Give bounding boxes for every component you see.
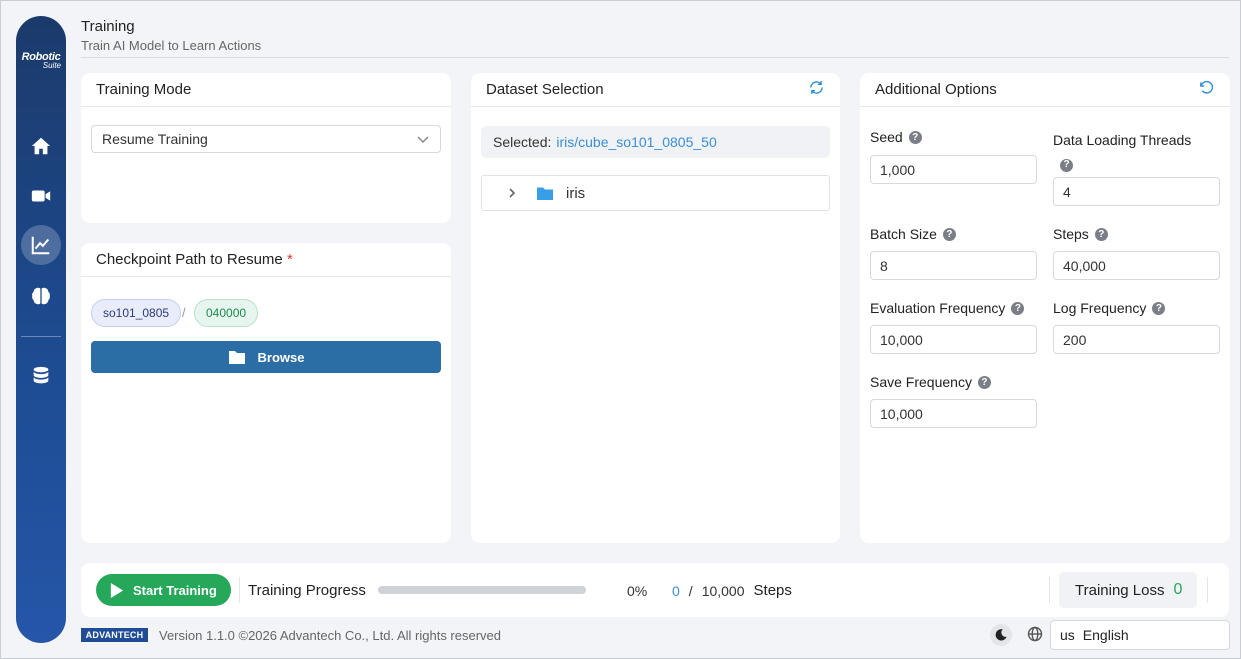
steps-label: Steps? <box>1053 226 1108 242</box>
card-title: Checkpoint Path to Resume * <box>81 243 451 277</box>
line-chart-icon <box>31 236 50 255</box>
start-training-button[interactable]: Start Training <box>96 574 231 606</box>
help-icon[interactable]: ? <box>1060 158 1073 172</box>
card-title: Dataset Selection <box>471 73 840 107</box>
nav-data-button[interactable] <box>21 356 61 396</box>
tree-item[interactable]: iris <box>481 175 830 211</box>
sidebar: Robotic Suite <box>16 16 66 643</box>
threads-input[interactable]: 4 <box>1053 177 1220 206</box>
log-frequency-input[interactable]: 200 <box>1053 325 1220 354</box>
browse-button[interactable]: Browse <box>91 341 441 373</box>
home-icon <box>31 137 51 155</box>
progress-bar <box>378 586 586 594</box>
version-text: Version 1.1.0 ©2026 Advantech Co., Ltd. … <box>159 628 502 643</box>
reset-icon <box>1200 80 1214 94</box>
nav-video-button[interactable] <box>21 176 61 216</box>
step-counter: 0 / 10,000 Steps <box>672 582 792 599</box>
training-loss: Training Loss 0 <box>1059 572 1197 608</box>
language-select[interactable]: us English <box>1050 620 1230 650</box>
folder-icon <box>537 187 553 200</box>
page-title: Training <box>81 18 135 35</box>
threads-label: Data Loading Threads? <box>1053 132 1192 172</box>
language-icon <box>1027 626 1043 642</box>
language-name: English <box>1082 627 1129 643</box>
eval-frequency-input[interactable]: 10,000 <box>870 325 1037 354</box>
globe-icon <box>1027 626 1043 642</box>
progress-percent: 0% <box>627 583 648 599</box>
nav-training-button[interactable] <box>21 225 61 265</box>
chevron-down-icon <box>417 136 429 144</box>
nav-divider <box>21 336 61 337</box>
training-loss-value: 0 <box>1173 581 1183 598</box>
training-mode-select[interactable]: Resume Training <box>91 125 441 153</box>
card-title: Training Mode <box>81 73 451 107</box>
help-icon[interactable]: ? <box>908 130 922 144</box>
moon-icon <box>995 629 1007 641</box>
brain-icon <box>32 287 50 305</box>
save-frequency-label: Save Frequency? <box>870 374 991 390</box>
path-separator: / <box>182 305 186 320</box>
app-logo: Robotic Suite <box>21 51 61 70</box>
card-title: Additional Options <box>860 73 1230 107</box>
log-frequency-label: Log Frequency? <box>1053 300 1166 316</box>
steps-input[interactable]: 40,000 <box>1053 251 1220 280</box>
language-code: us <box>1060 627 1075 643</box>
selected-mode: Resume Training <box>102 131 208 147</box>
tree-item-label: iris <box>566 184 586 202</box>
seed-input[interactable]: 1,000 <box>870 155 1037 184</box>
selected-dataset-value: iris/cube_so101_0805_50 <box>556 134 717 150</box>
page-header: Training Train AI Model to Learn Actions <box>81 18 261 53</box>
progress-label: Training Progress <box>248 582 366 599</box>
additional-options-card: Additional Options Seed? 1,000 Data Load… <box>860 73 1230 543</box>
save-frequency-input[interactable]: 10,000 <box>870 399 1037 428</box>
total-steps: 10,000 <box>701 583 745 599</box>
batch-size-label: Batch Size? <box>870 226 956 242</box>
chevron-right-icon[interactable] <box>506 187 518 199</box>
refresh-icon <box>810 81 823 94</box>
dataset-refresh-button[interactable] <box>808 79 825 100</box>
help-icon[interactable]: ? <box>1094 227 1108 241</box>
batch-size-input[interactable]: 8 <box>870 251 1037 280</box>
checkpoint-run-chip[interactable]: so101_0805 <box>91 299 182 327</box>
brand-logo: ADVANTECH <box>81 628 148 642</box>
folder-icon <box>228 351 245 364</box>
dataset-card: Dataset Selection Selected: iris/cube_so… <box>471 73 840 543</box>
divider <box>1049 577 1050 603</box>
page-subtitle: Train AI Model to Learn Actions <box>81 38 262 53</box>
header-divider <box>81 57 1229 58</box>
divider <box>1207 577 1208 603</box>
training-control-bar: Start Training Training Progress 0% 0 / … <box>81 563 1229 617</box>
video-camera-icon <box>31 190 51 202</box>
selected-dataset: Selected: iris/cube_so101_0805_50 <box>481 126 830 158</box>
checkpoint-card: Checkpoint Path to Resume * so101_0805 /… <box>81 243 451 543</box>
play-icon <box>110 582 124 598</box>
reset-options-button[interactable] <box>1198 79 1215 100</box>
theme-toggle-button[interactable] <box>990 624 1012 646</box>
help-icon[interactable]: ? <box>977 375 991 389</box>
help-icon[interactable]: ? <box>942 227 956 241</box>
divider <box>239 577 240 603</box>
nav-home-button[interactable] <box>21 126 61 166</box>
training-mode-card: Training Mode Resume Training <box>81 73 451 223</box>
eval-frequency-label: Evaluation Frequency? <box>870 300 1025 316</box>
seed-label: Seed? <box>870 129 922 145</box>
required-mark: * <box>286 251 293 268</box>
current-step: 0 <box>672 583 680 599</box>
help-icon[interactable]: ? <box>1152 301 1166 315</box>
database-icon <box>33 366 49 384</box>
checkpoint-step-chip[interactable]: 040000 <box>194 299 259 327</box>
nav-model-button[interactable] <box>21 276 61 316</box>
help-icon[interactable]: ? <box>1011 301 1025 315</box>
